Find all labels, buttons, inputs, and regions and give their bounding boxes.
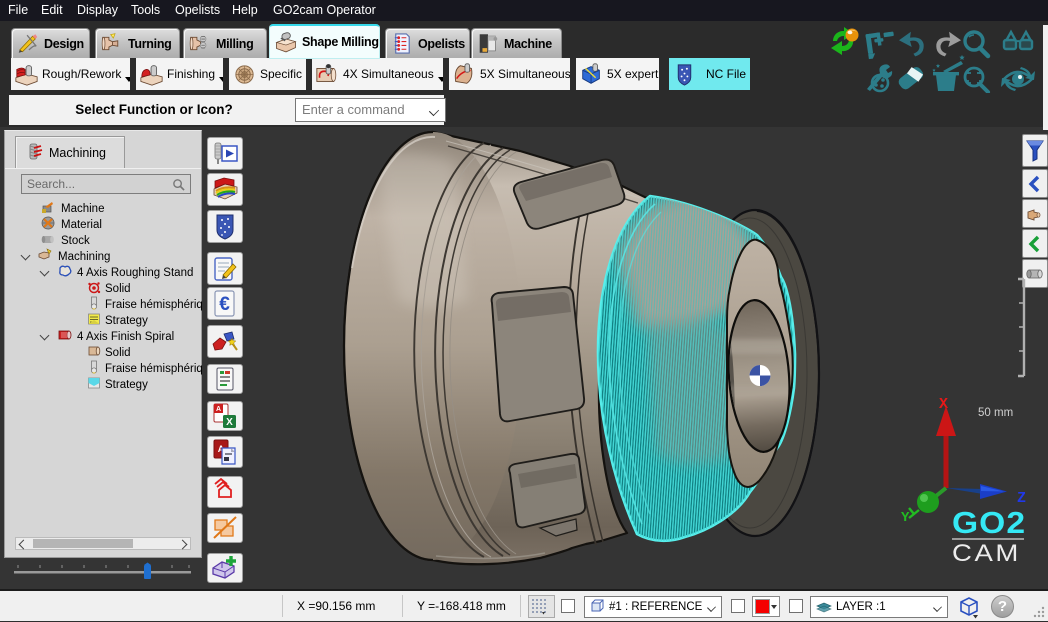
svg-text:X: X [226, 417, 233, 428]
svg-text:€: € [219, 294, 230, 315]
svg-text:A: A [216, 406, 221, 413]
svg-text:Y: Y [901, 510, 910, 525]
